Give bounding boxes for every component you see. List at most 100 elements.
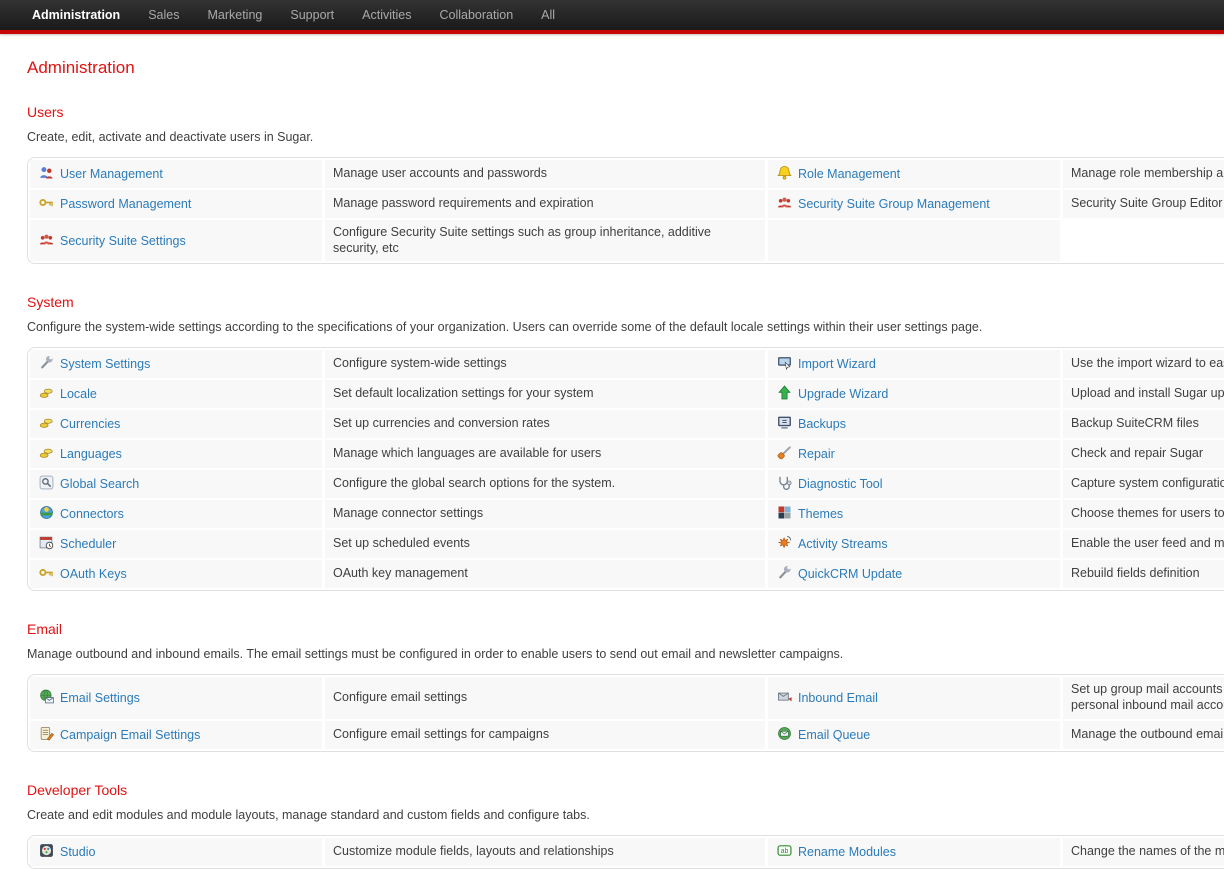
quickcrm-update-link[interactable]: QuickCRM Update	[798, 567, 902, 581]
section-email: EmailManage outbound and inbound emails.…	[27, 621, 1224, 751]
section-panel: Email Settings Configure email settings In…	[27, 674, 1224, 751]
item-description: Manage connector settings	[325, 500, 765, 528]
item-description: Choose themes for users to b	[1063, 500, 1224, 528]
nav-item-all[interactable]: All	[527, 0, 569, 30]
role-management-link[interactable]: Role Management	[798, 167, 900, 181]
section-title: Developer Tools	[27, 782, 1224, 798]
page-title: Administration	[27, 58, 1224, 78]
admin-main: Administration UsersCreate, edit, activa…	[0, 34, 1224, 869]
coins-icon	[39, 415, 54, 433]
admin-grid: User ManagementManage user accounts and …	[30, 160, 1224, 261]
nav-item-support[interactable]: Support	[276, 0, 348, 30]
user-management-link[interactable]: User Management	[60, 167, 163, 181]
admin-item-security-suite-settings: Security Suite Settings	[30, 220, 322, 261]
wrench-icon	[39, 355, 54, 373]
group-icon	[39, 232, 54, 250]
admin-item-currencies: Currencies	[30, 410, 322, 438]
rename-ab-icon: ab	[777, 843, 792, 861]
email-settings-link[interactable]: Email Settings	[60, 691, 140, 705]
section-panel: System SettingsConfigure system-wide set…	[27, 347, 1224, 591]
nav-item-marketing[interactable]: Marketing	[193, 0, 276, 30]
coins-icon	[39, 385, 54, 403]
admin-item-quickcrm-update: QuickCRM Update	[768, 560, 1060, 588]
item-description: Change the names of the mod	[1063, 838, 1224, 866]
admin-item-scheduler: Scheduler	[30, 530, 322, 558]
section-description: Create and edit modules and module layou…	[27, 808, 1224, 822]
admin-item-email-settings: Email Settings	[30, 677, 322, 718]
global-search-link[interactable]: Global Search	[60, 477, 139, 491]
item-description: Upload and install Sugar upg	[1063, 380, 1224, 408]
admin-item-password-management: Password Management	[30, 190, 322, 218]
diagnostic-icon	[777, 475, 792, 493]
import-wizard-link[interactable]: Import Wizard	[798, 357, 876, 371]
repair-link[interactable]: Repair	[798, 447, 835, 461]
item-description: Set up scheduled events	[325, 530, 765, 558]
scheduler-icon	[39, 535, 54, 553]
inbound-email-icon	[777, 689, 792, 707]
svg-text:ab: ab	[781, 848, 789, 855]
password-management-link[interactable]: Password Management	[60, 197, 191, 211]
item-description: Configure email settings for campaigns	[325, 721, 765, 749]
email-queue-link[interactable]: Email Queue	[798, 728, 870, 742]
empty-cell	[1063, 220, 1224, 261]
section-users: UsersCreate, edit, activate and deactiva…	[27, 104, 1224, 264]
nav-item-sales[interactable]: Sales	[134, 0, 193, 30]
themes-icon	[777, 505, 792, 523]
admin-grid: System SettingsConfigure system-wide set…	[30, 350, 1224, 588]
item-description: Enable the user feed and mod	[1063, 530, 1224, 558]
studio-link[interactable]: Studio	[60, 845, 95, 859]
diagnostic-tool-link[interactable]: Diagnostic Tool	[798, 477, 883, 491]
group-icon	[777, 195, 792, 213]
nav-item-activities[interactable]: Activities	[348, 0, 425, 30]
oauth-keys-link[interactable]: OAuth Keys	[60, 567, 127, 581]
admin-item-rename-modules: ab Rename Modules	[768, 838, 1060, 866]
admin-item-diagnostic-tool: Diagnostic Tool	[768, 470, 1060, 498]
section-panel: User ManagementManage user accounts and …	[27, 157, 1224, 264]
import-icon	[777, 355, 792, 373]
item-description: Set up group mail accounts fo personal i…	[1063, 677, 1224, 718]
top-nav: AdministrationSalesMarketingSupportActiv…	[0, 0, 1224, 30]
email-queue-icon	[777, 726, 792, 744]
item-description: Capture system configuration	[1063, 470, 1224, 498]
upgrade-wizard-link[interactable]: Upgrade Wizard	[798, 387, 888, 401]
admin-item-upgrade-wizard: Upgrade Wizard	[768, 380, 1060, 408]
admin-item-role-management: Role Management	[768, 160, 1060, 188]
item-description: Configure Security Suite settings such a…	[325, 220, 765, 261]
admin-item-system-settings: System Settings	[30, 350, 322, 378]
item-description: Manage which languages are available for…	[325, 440, 765, 468]
currencies-link[interactable]: Currencies	[60, 417, 120, 431]
campaign-email-settings-link[interactable]: Campaign Email Settings	[60, 728, 200, 742]
backups-link[interactable]: Backups	[798, 417, 846, 431]
themes-link[interactable]: Themes	[798, 507, 843, 521]
section-system: SystemConfigure the system-wide settings…	[27, 294, 1224, 591]
system-settings-link[interactable]: System Settings	[60, 357, 150, 371]
nav-item-administration[interactable]: Administration	[18, 0, 134, 30]
repair-icon	[777, 445, 792, 463]
coins-icon	[39, 445, 54, 463]
admin-item-global-search: Global Search	[30, 470, 322, 498]
admin-item-import-wizard: Import Wizard	[768, 350, 1060, 378]
rename-modules-link[interactable]: Rename Modules	[798, 845, 896, 859]
section-title: Email	[27, 621, 1224, 637]
admin-item-campaign-email-settings: Campaign Email Settings	[30, 721, 322, 749]
activity-streams-link[interactable]: Activity Streams	[798, 537, 888, 551]
languages-link[interactable]: Languages	[60, 447, 122, 461]
item-description: Check and repair Sugar	[1063, 440, 1224, 468]
admin-item-themes: Themes	[768, 500, 1060, 528]
search-icon	[39, 475, 54, 493]
locale-link[interactable]: Locale	[60, 387, 97, 401]
studio-palette-icon	[39, 843, 54, 861]
item-description: Use the import wizard to easily	[1063, 350, 1224, 378]
item-description: Configure email settings	[325, 677, 765, 718]
scheduler-link[interactable]: Scheduler	[60, 537, 116, 551]
connector-icon	[39, 505, 54, 523]
inbound-email-link[interactable]: Inbound Email	[798, 691, 878, 705]
security-suite-settings-link[interactable]: Security Suite Settings	[60, 234, 186, 248]
security-suite-group-management-link[interactable]: Security Suite Group Management	[798, 197, 990, 211]
upgrade-arrow-icon	[777, 385, 792, 403]
backups-icon	[777, 415, 792, 433]
connectors-link[interactable]: Connectors	[60, 507, 124, 521]
admin-grid: StudioCustomize module fields, layouts a…	[30, 838, 1224, 866]
nav-item-collaboration[interactable]: Collaboration	[425, 0, 527, 30]
section-description: Configure the system-wide settings accor…	[27, 320, 1224, 334]
